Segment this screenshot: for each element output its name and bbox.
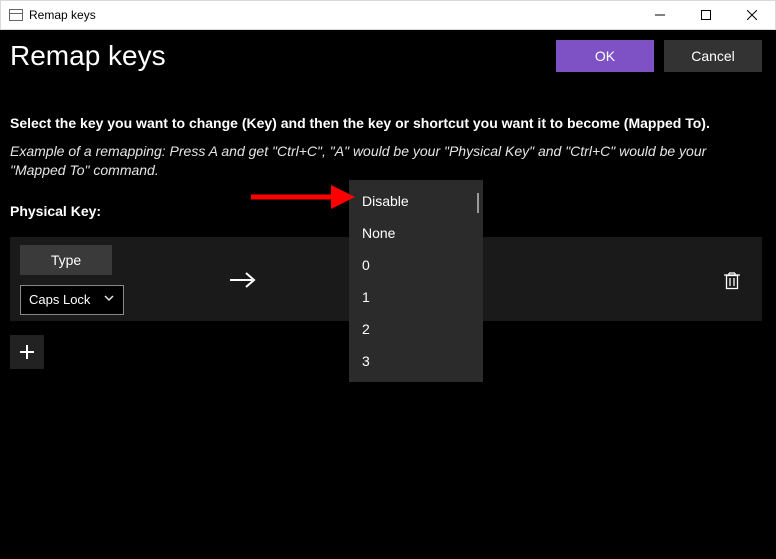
dropdown-option[interactable]: 2	[350, 313, 482, 345]
type-button[interactable]: Type	[20, 245, 112, 275]
page-title: Remap keys	[10, 40, 546, 72]
close-icon	[747, 10, 757, 20]
dropdown-scrollbar[interactable]	[477, 193, 479, 213]
dropdown-option[interactable]: Disable	[350, 185, 482, 217]
arrow-right-icon	[228, 268, 258, 292]
titlebar: Remap keys	[0, 0, 776, 30]
mapped-to-dropdown[interactable]: Disable None 0 1 2 3	[349, 180, 483, 382]
physical-key-select-value: Caps Lock	[29, 292, 90, 307]
minimize-icon	[655, 10, 665, 20]
dropdown-option[interactable]: 0	[350, 249, 482, 281]
instruction-text: Select the key you want to change (Key) …	[10, 114, 762, 134]
dropdown-option[interactable]: 1	[350, 281, 482, 313]
maximize-button[interactable]	[683, 1, 729, 29]
chevron-down-icon	[103, 292, 115, 307]
window-title: Remap keys	[29, 8, 96, 22]
close-button[interactable]	[729, 1, 775, 29]
app-icon	[9, 9, 23, 21]
delete-column	[702, 266, 762, 294]
minimize-button[interactable]	[637, 1, 683, 29]
maximize-icon	[701, 10, 711, 20]
physical-key-column: Type Caps Lock	[10, 237, 170, 323]
header: Remap keys OK Cancel	[0, 30, 776, 80]
ok-button[interactable]: OK	[556, 40, 654, 72]
add-remap-button[interactable]	[10, 335, 44, 369]
cancel-button[interactable]: Cancel	[664, 40, 762, 72]
plus-icon	[18, 343, 36, 361]
example-text: Example of a remapping: Press A and get …	[10, 142, 762, 181]
physical-key-select[interactable]: Caps Lock	[20, 285, 124, 315]
delete-row-button[interactable]	[718, 266, 746, 294]
dropdown-option[interactable]: 3	[350, 345, 482, 377]
dropdown-option[interactable]: None	[350, 217, 482, 249]
trash-icon	[723, 270, 741, 290]
